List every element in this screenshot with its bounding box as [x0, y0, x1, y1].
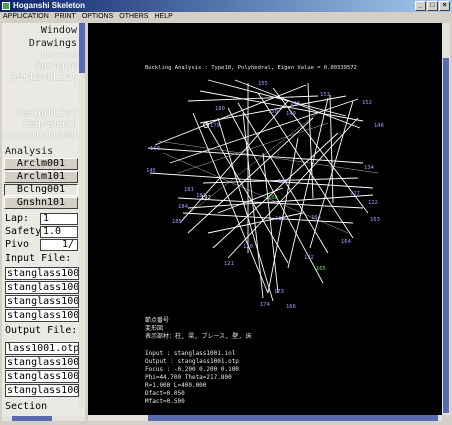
section-label: Section [5, 401, 48, 412]
pivo-label: Pivo [5, 239, 30, 250]
input-file-4[interactable]: stanglass100 [5, 309, 79, 322]
maximize-button[interactable]: □ [427, 1, 438, 11]
arclm001-button[interactable]: Arclm001 [4, 158, 78, 170]
menu-bar: APPLICATION PRINT OPTIONS OTHERS HELP [0, 12, 452, 22]
input-file-3[interactable]: stanglass100 [5, 295, 79, 308]
input-file-1[interactable]: stanglass100 [5, 267, 79, 280]
title-bar: Hoganshi Skeleton _ □ × [0, 0, 452, 12]
nav-errors[interactable]: Errors [41, 50, 77, 61]
lap-field[interactable]: 1 [40, 213, 78, 225]
canvas-vertical-scrollbar[interactable] [442, 23, 450, 415]
window-title: Hoganshi Skeleton [13, 1, 86, 10]
output-file-3[interactable]: stanglass100 [5, 370, 79, 383]
info-mfact: Mfact=0.500 [145, 398, 185, 405]
pivo-field[interactable]: 1/ [40, 239, 78, 251]
minimize-button[interactable]: _ [415, 1, 426, 11]
info-angles: Phi=44.700 Theta=217.800 [145, 374, 232, 381]
canvas-vscroll-thumb[interactable] [443, 58, 449, 413]
canvas-hscroll-thumb[interactable] [148, 415, 438, 421]
info-dfact: Dfact=0.050 [145, 390, 185, 397]
input-file-2[interactable]: stanglass100 [5, 281, 79, 294]
safety-field[interactable]: 1.0 [40, 226, 78, 238]
output-file-4[interactable]: stanglass100 [5, 384, 79, 397]
output-file-label: Output File: [5, 325, 78, 336]
nav-drawings[interactable]: Drawings [29, 38, 77, 49]
input-file-label: Input File: [5, 253, 72, 264]
legend-node-number: 節点番号 [145, 317, 170, 324]
legend-deformation: 変形図 [145, 325, 164, 332]
menu-print[interactable]: PRINT [52, 12, 79, 22]
nav-cmqdetail[interactable]: CmqDetail [23, 119, 77, 130]
gnshn101-button[interactable]: Gnshn101 [4, 197, 78, 209]
close-button[interactable]: × [439, 1, 450, 11]
control-panel: Window Drawings Errors Surface SectionLi… [2, 23, 85, 421]
info-output: Output : stanglass1001.otp [145, 358, 239, 365]
info-rl: R=1.000 L=400.000 [145, 382, 207, 389]
nav-horizontalload[interactable]: HorizontalLoad [2, 130, 77, 141]
menu-help[interactable]: HELP [151, 12, 175, 22]
nav-surface[interactable]: Surface [35, 61, 77, 72]
menu-application[interactable]: APPLICATION [0, 12, 52, 22]
arclm101-button[interactable]: Arclm101 [4, 171, 78, 183]
canvas-horizontal-scrollbar[interactable] [88, 415, 442, 421]
left-vscroll-thumb[interactable] [79, 23, 85, 73]
menu-options[interactable]: OPTIONS [79, 12, 117, 22]
skeleton-wireframe [147, 79, 379, 302]
safety-label: Safety [5, 226, 42, 237]
left-vertical-scrollbar[interactable] [79, 23, 85, 408]
nav-window[interactable]: Window [41, 25, 77, 36]
drawing-canvas[interactable]: Buckling Analysis : Type10, Polyhedral, … [88, 23, 442, 415]
left-horizontal-scrollbar[interactable] [2, 416, 85, 421]
menu-others[interactable]: OTHERS [116, 12, 151, 22]
nav-sectionlist[interactable]: SectionList [11, 72, 77, 83]
info-input: Input : stanglass1001.inl [145, 350, 236, 357]
left-hscroll-thumb[interactable] [12, 416, 52, 421]
nav-weightlist[interactable]: WeightList [17, 108, 77, 119]
app-icon [2, 2, 10, 10]
analysis-label: Analysis [5, 146, 54, 157]
info-focus: Focus : -0.200 0.200 0.100 [145, 366, 239, 373]
output-file-1[interactable]: lass1001.otp [5, 342, 79, 355]
lap-label: Lap: [5, 213, 30, 224]
output-file-2[interactable]: stanglass100 [5, 356, 79, 369]
bclng001-button[interactable]: Bclng001 [4, 184, 78, 196]
legend-members: 表示部材：柱, 梁, ブレース, 壁, 床 [145, 333, 252, 340]
